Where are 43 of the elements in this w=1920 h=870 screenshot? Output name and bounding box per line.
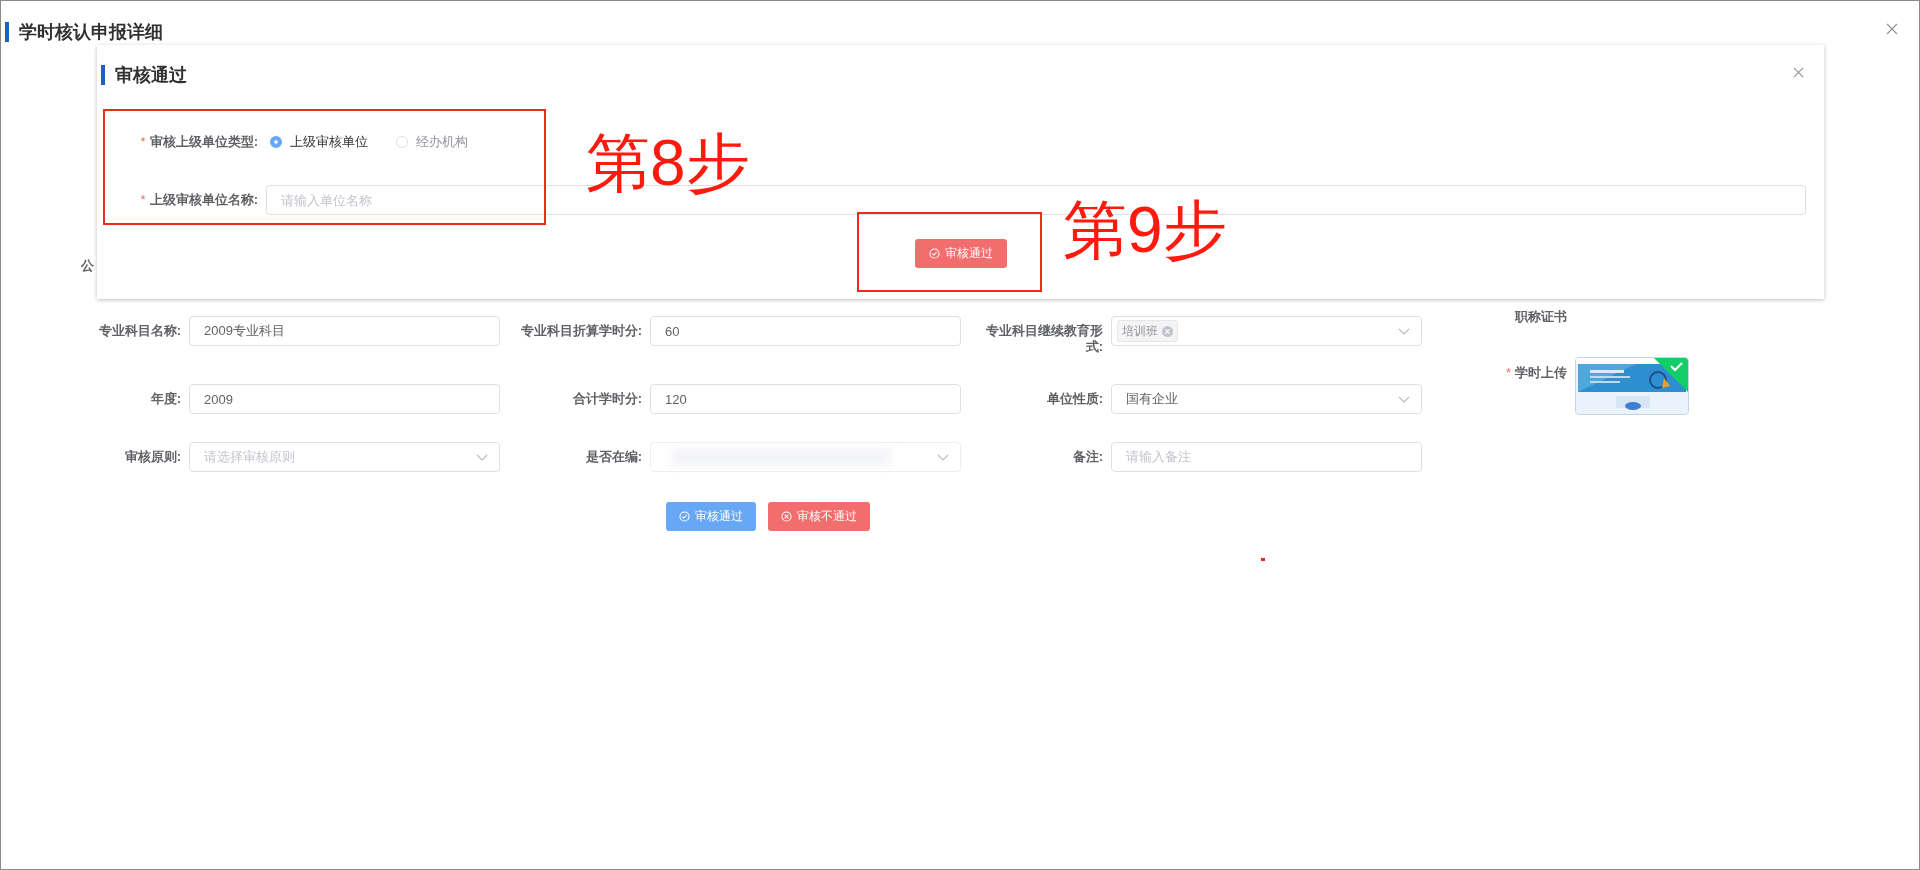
page-title: 学时核认申报详细	[19, 21, 163, 44]
field-label: 备注:	[1071, 448, 1104, 465]
close-icon	[1886, 23, 1898, 35]
approve-button[interactable]: 审核通过	[914, 239, 1007, 268]
reject-button[interactable]: 审核不通过	[768, 502, 870, 531]
field-label: 职称证书	[1515, 309, 1567, 324]
required-mark: *	[1505, 365, 1511, 380]
select-field[interactable]	[650, 442, 961, 472]
input-field[interactable]: 60	[650, 316, 961, 346]
field-label: 专业科目名称:	[97, 322, 182, 339]
required-mark: *	[140, 134, 146, 149]
field-label: 单位性质:	[1045, 390, 1104, 407]
select-field[interactable]: 请选择审核原则	[189, 442, 500, 472]
radio-option[interactable]: 经办机构	[396, 133, 468, 151]
check-circle-icon	[928, 248, 940, 259]
tag-label: 培训班	[1122, 322, 1158, 340]
close-circle-icon	[781, 511, 792, 522]
field-label: 公	[81, 257, 95, 275]
close-icon[interactable]	[1793, 67, 1804, 78]
input-field[interactable]: 2009	[189, 384, 500, 414]
field-label: 年度:	[149, 390, 182, 407]
multi-select-field[interactable]: 培训班	[1111, 316, 1422, 346]
radio-option[interactable]: 上级审核单位	[270, 133, 368, 151]
field-label: 专业科目继续教育形式:	[985, 322, 1104, 355]
field-label: 上级审核单位名称:	[149, 192, 258, 207]
dialog-title: 审核通过	[115, 64, 187, 87]
remove-icon	[1162, 325, 1173, 337]
field-label: 是否在编:	[584, 448, 643, 465]
annotation-mark	[1261, 558, 1265, 561]
required-mark: *	[140, 192, 146, 207]
select-field[interactable]: 国有企业	[1111, 384, 1422, 414]
field-label: 合计学时分:	[571, 390, 643, 407]
title-accent	[5, 22, 9, 42]
field-label: 审核上级单位类型:	[149, 134, 258, 149]
input-field[interactable]: 120	[650, 384, 961, 414]
check-circle-icon	[679, 511, 690, 522]
title-accent	[101, 65, 105, 85]
field-label: 学时上传	[1515, 365, 1567, 380]
input-field[interactable]: 请输入备注	[1111, 442, 1422, 472]
input-field[interactable]: 2009专业科目	[189, 316, 500, 346]
approve-button[interactable]: 审核通过	[666, 502, 756, 531]
field-label: 专业科目折算学时分:	[519, 322, 643, 339]
field-label: 审核原则:	[123, 448, 182, 465]
